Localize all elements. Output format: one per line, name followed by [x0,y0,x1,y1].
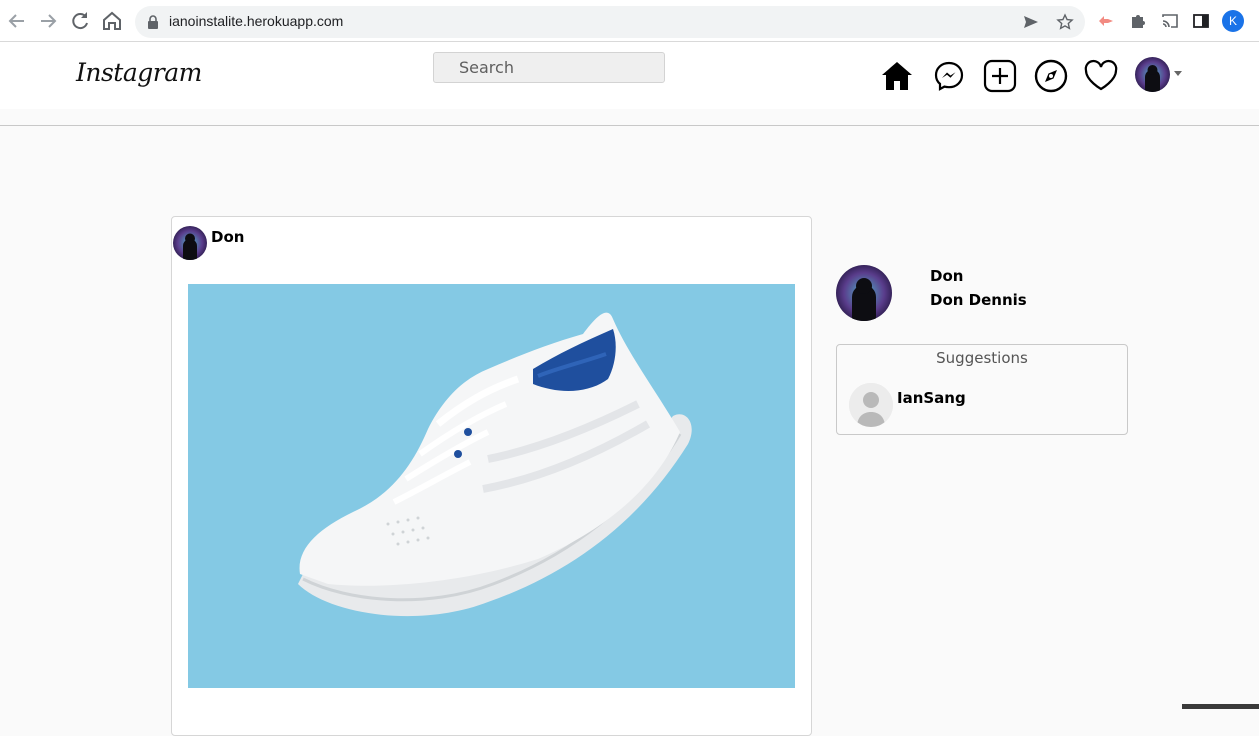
url-text: ianoinstalite.herokuapp.com [169,13,344,29]
post-author-username[interactable]: Don [211,228,244,246]
puzzle-icon[interactable] [1128,11,1148,31]
extension-icon[interactable] [1096,11,1116,31]
instagram-logo[interactable]: Instagram [76,58,202,87]
lock-icon [145,14,161,30]
suggestions-panel: Suggestions IanSang [836,344,1128,435]
back-icon[interactable] [5,9,29,33]
home-browser-icon[interactable] [100,9,124,33]
search-input[interactable] [433,52,665,83]
post-card: Don [171,216,812,736]
instagram-navbar: Instagram [0,42,1259,109]
browser-profile-avatar[interactable]: K [1222,10,1244,32]
address-bar[interactable]: ianoinstalite.herokuapp.com [135,6,1085,38]
cast-icon[interactable] [1160,11,1180,31]
nav-divider [0,125,1259,126]
new-post-icon[interactable] [982,58,1018,94]
browser-toolbar: ianoinstalite.herokuapp.com K [0,0,1259,42]
explore-icon[interactable] [1033,58,1069,94]
profile-avatar[interactable] [1135,57,1170,92]
forward-icon[interactable] [36,9,60,33]
post-author-avatar[interactable] [173,226,207,260]
heart-icon[interactable] [1083,58,1119,94]
post-image[interactable] [188,284,795,688]
sidebar-profile-avatar[interactable] [836,265,892,321]
chevron-down-icon[interactable] [1174,71,1182,76]
send-icon[interactable] [1022,13,1040,31]
bookmark-star-icon[interactable] [1056,13,1074,31]
window-edge [1182,704,1259,709]
reload-icon[interactable] [68,9,92,33]
suggestion-avatar[interactable] [849,383,893,427]
home-icon[interactable] [879,58,915,94]
side-panel-icon[interactable] [1191,11,1211,31]
suggestion-username[interactable]: IanSang [897,389,966,407]
suggestions-title: Suggestions [936,349,1028,367]
sidebar-username[interactable]: Don [930,267,963,285]
sidebar-full-name: Don Dennis [930,291,1027,309]
messenger-icon[interactable] [931,58,967,94]
